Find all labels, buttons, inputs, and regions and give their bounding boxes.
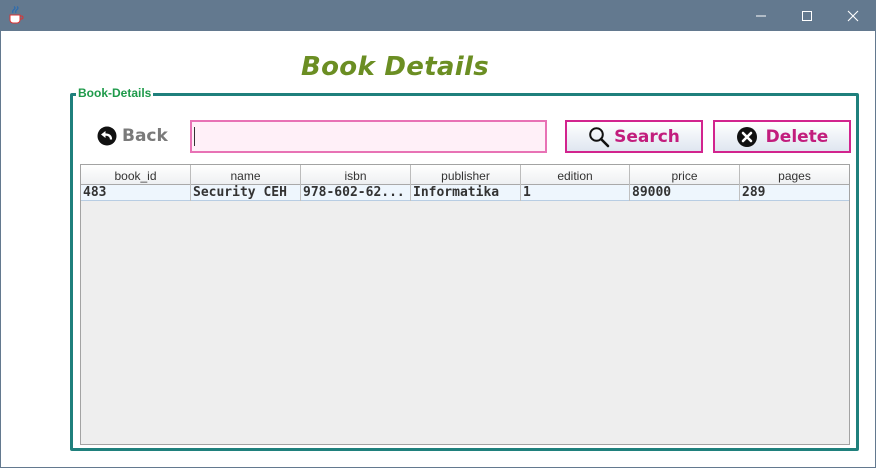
delete-x-circle-icon (736, 126, 757, 147)
cell-publisher[interactable]: Informatika (411, 185, 521, 201)
window-titlebar[interactable] (0, 0, 876, 31)
back-button[interactable]: Back (97, 125, 168, 147)
column-header-edition[interactable]: edition (521, 165, 630, 185)
column-header-price[interactable]: price (630, 165, 740, 185)
maximize-button[interactable] (784, 0, 830, 31)
maximize-icon (802, 10, 812, 21)
back-arrow-icon (97, 126, 117, 146)
back-label: Back (122, 126, 168, 146)
cell-isbn[interactable]: 978-602-62... (301, 185, 411, 201)
cell-book-id[interactable]: 483 (81, 185, 191, 201)
search-label: Search (614, 126, 680, 147)
group-legend: Book-Details (76, 86, 154, 100)
cell-price[interactable]: 89000 (630, 185, 740, 201)
close-icon (847, 10, 859, 21)
search-button[interactable]: Search (565, 120, 703, 153)
search-input[interactable] (190, 120, 547, 153)
cell-name[interactable]: Security CEH (191, 185, 301, 201)
delete-button[interactable]: Delete (713, 120, 851, 153)
text-caret (194, 127, 195, 146)
minimize-icon (756, 15, 766, 16)
column-header-pages[interactable]: pages (740, 165, 849, 185)
table-row[interactable]: 483 Security CEH 978-602-62... Informati… (81, 185, 849, 201)
column-header-publisher[interactable]: publisher (411, 165, 521, 185)
page-title: Book Details (301, 52, 489, 82)
delete-label: Delete (765, 126, 829, 147)
column-header-isbn[interactable]: isbn (301, 165, 411, 185)
search-icon (589, 126, 610, 147)
cell-edition[interactable]: 1 (521, 185, 630, 201)
books-table[interactable]: book_id name isbn publisher edition pric… (80, 164, 850, 445)
close-button[interactable] (830, 0, 876, 31)
column-header-name[interactable]: name (191, 165, 301, 185)
cell-pages[interactable]: 289 (740, 185, 849, 201)
table-header: book_id name isbn publisher edition pric… (81, 165, 849, 185)
java-cup-icon (8, 6, 24, 24)
column-header-book-id[interactable]: book_id (81, 165, 191, 185)
minimize-button[interactable] (738, 0, 784, 31)
